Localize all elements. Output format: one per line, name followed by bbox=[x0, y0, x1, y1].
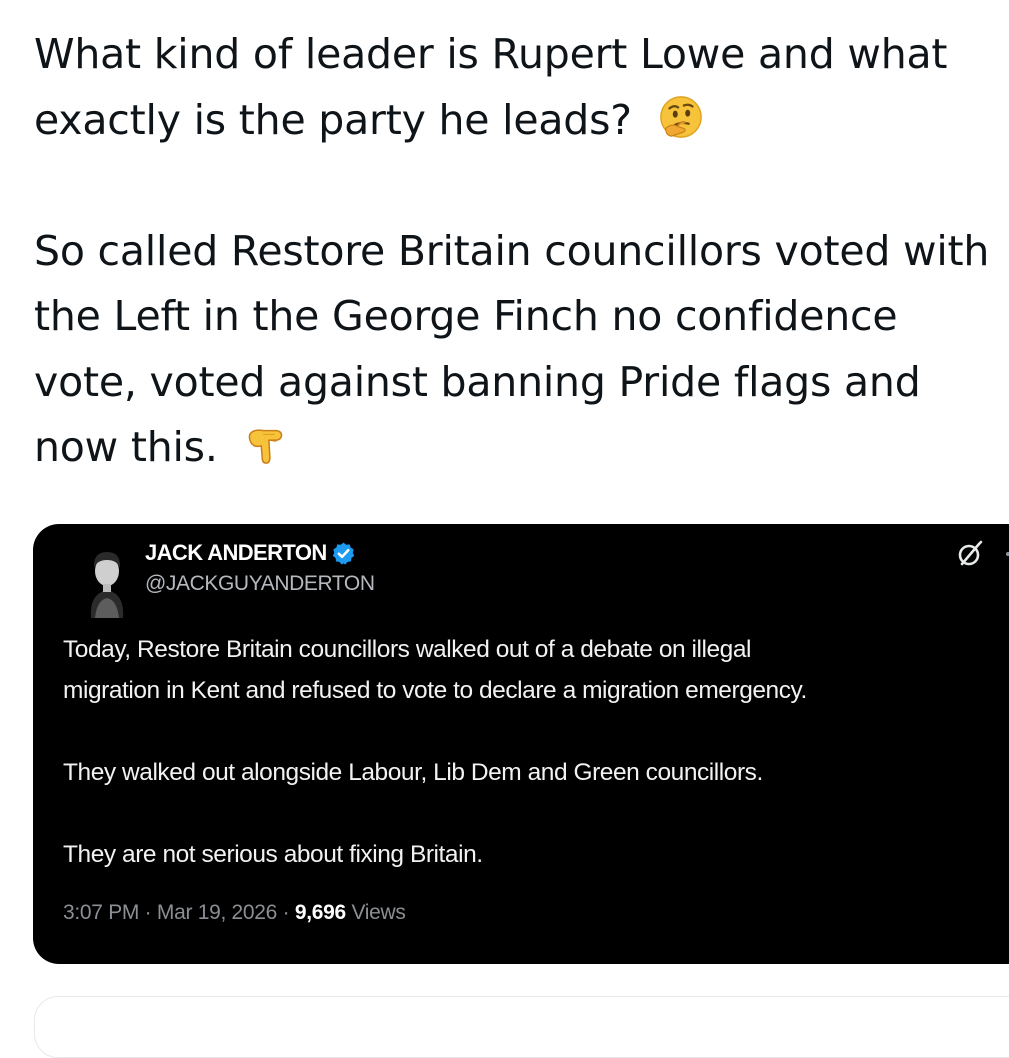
thinking-face-icon bbox=[658, 94, 704, 140]
views-label: Views bbox=[351, 901, 406, 924]
views-count[interactable]: 9,696 bbox=[295, 901, 346, 924]
author-name[interactable]: JACK ANDERTON bbox=[145, 540, 356, 566]
quoted-post-line-2: They walked out alongside Labour, Lib De… bbox=[63, 759, 763, 786]
meta-separator: · bbox=[144, 901, 152, 924]
quoted-post-line-1: Today, Restore Britain councillors walke… bbox=[63, 629, 1009, 711]
avatar[interactable] bbox=[77, 538, 137, 618]
quoted-post-meta: 3:07 PM · Mar 19, 2026 · 9,696 Views bbox=[63, 901, 406, 925]
quoted-post-card[interactable]: JACK ANDERTON @JACKGUYANDERTON Today, Re… bbox=[33, 524, 1009, 964]
post-text: What kind of leader is Rupert Lowe and w… bbox=[34, 22, 1004, 481]
author-name-text[interactable]: JACK ANDERTON bbox=[145, 540, 327, 566]
post-paragraph-1: What kind of leader is Rupert Lowe and w… bbox=[34, 22, 1004, 153]
pointing-down-icon bbox=[244, 421, 290, 467]
post-paragraph-1-text: What kind of leader is Rupert Lowe and w… bbox=[34, 30, 948, 144]
post-date[interactable]: Mar 19, 2026 bbox=[157, 901, 277, 924]
post-time[interactable]: 3:07 PM bbox=[63, 901, 139, 924]
quoted-post-body: Today, Restore Britain councillors walke… bbox=[63, 629, 1009, 875]
post-paragraph-2-text: So called Restore Britain councillors vo… bbox=[34, 226, 990, 472]
author-handle[interactable]: @JACKGUYANDERTON bbox=[145, 572, 375, 596]
quoted-post-line-3: They are not serious about fixing Britai… bbox=[63, 841, 483, 868]
grok-icon[interactable] bbox=[955, 539, 985, 569]
verified-badge-icon bbox=[331, 541, 356, 566]
post-paragraph-2: So called Restore Britain councillors vo… bbox=[34, 219, 1004, 481]
next-card-edge bbox=[34, 996, 1009, 1058]
meta-separator-2: · bbox=[282, 901, 290, 924]
quoted-post-line-1b: migration in Kent and refused to vote to… bbox=[63, 677, 807, 704]
quoted-post-line-1a: Today, Restore Britain councillors walke… bbox=[63, 636, 752, 663]
